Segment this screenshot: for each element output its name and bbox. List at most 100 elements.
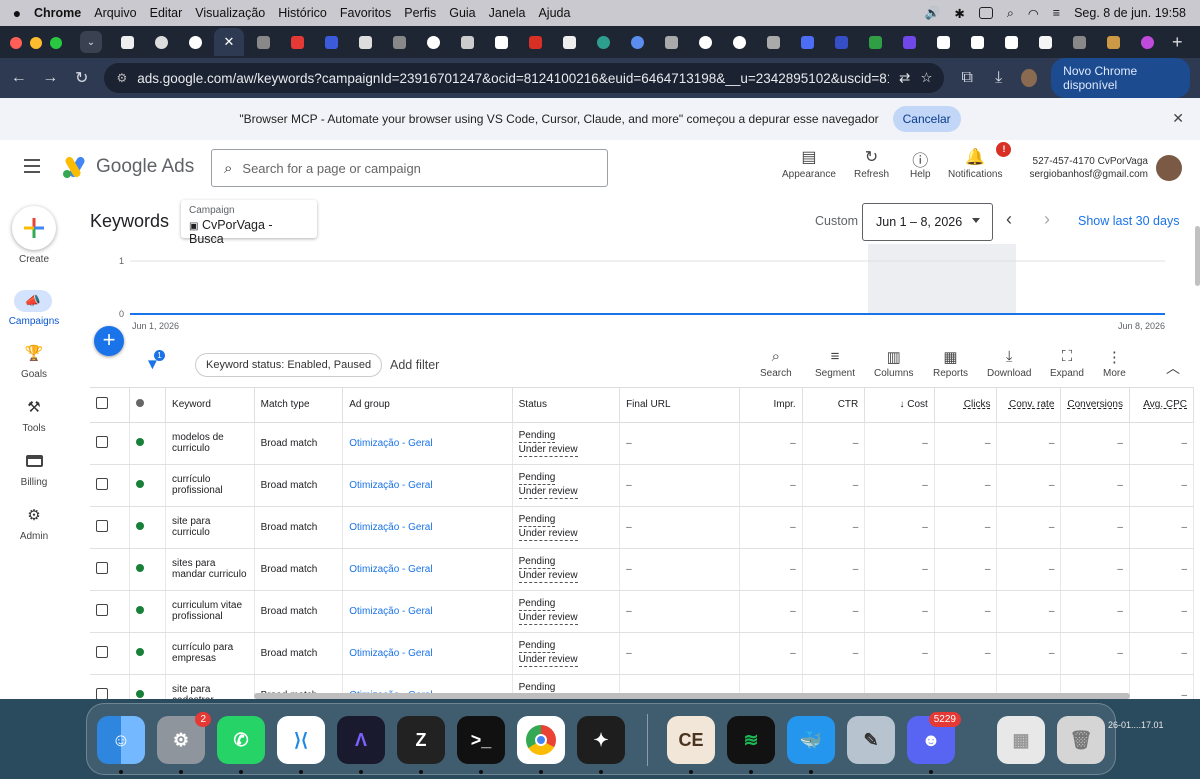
address-bar[interactable]: ⚙ ads.google.com/aw/keywords?campaignId=… — [104, 63, 945, 93]
date-range-picker[interactable]: Jun 1 – 8, 2026 — [862, 203, 993, 241]
vertical-scrollbar[interactable] — [1195, 226, 1200, 286]
match-type-header[interactable]: Match type — [254, 388, 344, 423]
row-select-cell[interactable] — [90, 590, 131, 633]
status-under-review[interactable]: Under review — [518, 569, 578, 583]
status-cell[interactable]: PendingUnder review — [512, 506, 621, 549]
select-all-header[interactable] — [90, 388, 131, 423]
ad-group-link[interactable]: Otimização - Geral — [342, 590, 513, 633]
row-checkbox[interactable] — [96, 477, 108, 490]
tab-image[interactable] — [1098, 28, 1128, 56]
zoom-window-button[interactable] — [50, 37, 62, 49]
row-select-cell[interactable] — [90, 464, 131, 507]
dock-system-settings[interactable]: ⚙ 2 — [157, 712, 211, 764]
dock-finder[interactable]: ☺ — [97, 716, 145, 764]
keyword-cell[interactable]: currículo profissional — [165, 464, 255, 507]
apple-menu-icon[interactable]: ● — [0, 5, 34, 21]
bluetooth-icon[interactable]: ✱ — [954, 6, 964, 21]
status-header[interactable]: Status — [512, 388, 621, 423]
tab-blue-4[interactable] — [826, 28, 856, 56]
bookmark-star-icon[interactable]: ☆ — [920, 70, 932, 86]
segment-tool-button[interactable]: ≡ Segment — [815, 348, 855, 379]
infobar-cancel-button[interactable]: Cancelar — [892, 106, 961, 132]
ad-group-link[interactable]: Otimização - Geral — [342, 464, 513, 507]
campaign-picker[interactable]: Campaign ▣ CvPorVaga - Busca — [181, 200, 317, 246]
dock-arc[interactable]: Λ — [337, 716, 385, 764]
tab-x-2[interactable] — [554, 28, 584, 56]
dock-spotify[interactable]: ≋ — [727, 716, 775, 764]
search-icon[interactable]: ⌕ — [1007, 6, 1014, 21]
tab-blue-2[interactable] — [622, 28, 652, 56]
row-select-cell[interactable] — [90, 422, 131, 465]
dock-vscode[interactable]: ⟩⟨ — [277, 716, 325, 764]
match-type-cell[interactable]: Broad match — [254, 422, 344, 465]
back-icon[interactable]: ← — [10, 69, 27, 87]
keyword-cell[interactable]: curriculum vitae profissional — [165, 590, 255, 633]
goals-label[interactable]: Goals — [0, 369, 68, 380]
dock-terminal[interactable]: >_ — [457, 716, 505, 764]
status-pending[interactable]: Pending — [518, 513, 556, 527]
status-cell[interactable]: PendingUnder review — [512, 590, 621, 633]
status-under-review[interactable]: Under review — [518, 527, 578, 541]
row-select-cell[interactable] — [90, 674, 131, 699]
tab-star-2[interactable] — [384, 28, 414, 56]
row-checkbox[interactable] — [96, 519, 108, 532]
dock-zed[interactable]: Z — [397, 716, 445, 764]
appearance-button[interactable]: ▤ Appearance — [782, 147, 836, 180]
more-tool-button[interactable]: ⋮ More — [1103, 348, 1126, 379]
status-under-review[interactable]: Under review — [518, 443, 578, 457]
site-info-icon[interactable]: ⚙ — [116, 71, 127, 85]
tab-star[interactable] — [248, 28, 278, 56]
control-center-icon[interactable]: ≡ — [1053, 6, 1060, 20]
dock-preview[interactable]: ✎ — [847, 716, 895, 764]
ad-group-header[interactable]: Ad group — [342, 388, 513, 423]
add-filter-button[interactable]: Add filter — [390, 358, 439, 372]
select-all-checkbox[interactable] — [96, 397, 108, 410]
menubar-clock[interactable]: Seg. 8 de jun. 19:58 — [1074, 6, 1186, 20]
dock-discord[interactable]: ☻ 5229 — [907, 712, 961, 764]
tab-gray-2[interactable] — [758, 28, 788, 56]
downloads-icon[interactable]: ⤓ — [990, 69, 1007, 87]
download-tool-button[interactable]: ⤓ Download — [987, 348, 1031, 379]
trophy-icon[interactable]: 🏆 — [24, 344, 44, 362]
reports-tool-button[interactable]: ▦ Reports — [933, 348, 968, 379]
tab-github-2[interactable] — [724, 28, 754, 56]
tab-x[interactable] — [112, 28, 142, 56]
translate-icon[interactable]: ⇄ — [899, 70, 910, 86]
menu-visualizacao[interactable]: Visualização — [195, 6, 265, 20]
dock-downloads-stack[interactable]: ▦ — [997, 716, 1045, 764]
keyword-cell[interactable]: currículo para empresas — [165, 632, 255, 675]
dock-docker[interactable]: 🐳 — [787, 716, 835, 764]
close-window-button[interactable] — [10, 37, 22, 49]
profile-avatar[interactable] — [1021, 69, 1038, 87]
match-type-cell[interactable]: Broad match — [254, 632, 344, 675]
row-checkbox[interactable] — [96, 561, 108, 574]
dock-trash[interactable]: 🗑 — [1057, 716, 1105, 764]
admin-gear-icon[interactable]: ⚙ — [24, 506, 44, 524]
create-label[interactable]: Create — [0, 254, 68, 265]
reload-icon[interactable]: ↻ — [73, 68, 90, 88]
tab-white[interactable] — [1030, 28, 1060, 56]
status-under-review[interactable]: Under review — [518, 653, 578, 667]
chevron-up-icon[interactable]: ︿ — [1166, 358, 1180, 378]
volume-icon[interactable]: 🔊 — [925, 6, 941, 21]
menu-ajuda[interactable]: Ajuda — [538, 6, 570, 20]
url-text[interactable]: ads.google.com/aw/keywords?campaignId=23… — [137, 71, 889, 86]
conversions-header[interactable]: Conversions — [1060, 388, 1130, 423]
desktop-file-label[interactable]: 26-01....17.01 — [1108, 720, 1164, 730]
status-cell[interactable]: PendingUnder review — [512, 464, 621, 507]
dock-chrome[interactable] — [517, 716, 565, 764]
chevron-right-icon[interactable]: › — [1044, 209, 1050, 230]
hamburger-menu-icon[interactable] — [24, 159, 40, 177]
tab-github[interactable] — [180, 28, 210, 56]
keyword-cell[interactable]: site para curriculo — [165, 506, 255, 549]
billing-card-icon[interactable] — [24, 452, 44, 470]
ad-group-link[interactable]: Otimização - Geral — [342, 506, 513, 549]
status-pending[interactable]: Pending — [518, 471, 556, 485]
avg-cpc-header[interactable]: Avg. CPC — [1129, 388, 1194, 423]
account-info[interactable]: 527-457-4170 CvPorVaga sergiobanhosf@gma… — [1029, 155, 1148, 181]
status-under-review[interactable]: Under review — [518, 485, 578, 499]
status-cell[interactable]: PendingUnder review — [512, 422, 621, 465]
match-type-cell[interactable]: Broad match — [254, 590, 344, 633]
menu-perfis[interactable]: Perfis — [404, 6, 436, 20]
clicks-header[interactable]: Clicks — [934, 388, 998, 423]
